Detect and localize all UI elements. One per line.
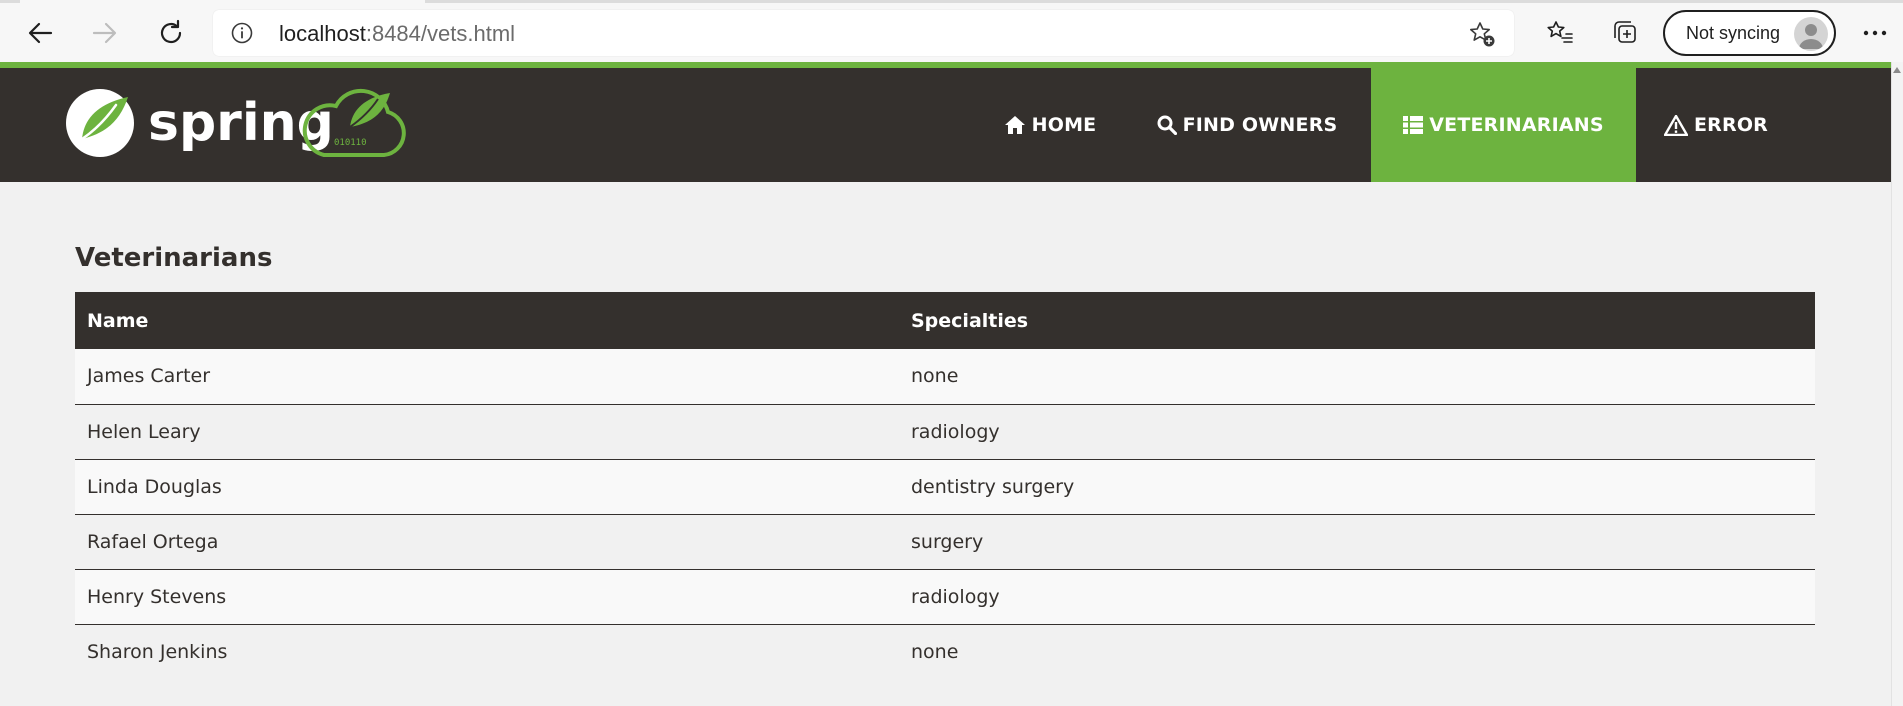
app-navbar: spring 010110 HOME FIND OWNERS VETERINAR… xyxy=(0,68,1891,182)
vet-specialties: none xyxy=(899,349,1815,405)
vet-specialties: dentistry surgery xyxy=(899,459,1815,515)
spring-logo[interactable]: spring 010110 xyxy=(66,85,412,161)
column-header-name: Name xyxy=(87,309,149,332)
collections-button[interactable] xyxy=(1603,11,1647,55)
table-row: Rafael Ortega surgery xyxy=(75,514,1815,570)
more-button[interactable] xyxy=(1853,11,1897,55)
vet-name: Rafael Ortega xyxy=(75,514,899,570)
profile-sync-button[interactable]: Not syncing xyxy=(1663,10,1836,56)
page-title: Veterinarians xyxy=(75,243,273,273)
nav-veterinarians[interactable]: VETERINARIANS xyxy=(1371,68,1636,182)
nav-error[interactable]: ERROR xyxy=(1636,68,1796,182)
sync-label: Not syncing xyxy=(1686,23,1781,43)
nav-find-owners[interactable]: FIND OWNERS xyxy=(1142,68,1352,182)
more-dots-icon xyxy=(1863,29,1887,37)
vertical-scrollbar[interactable] xyxy=(1891,62,1903,706)
url-text[interactable]: localhost:8484/vets.html xyxy=(279,21,515,47)
vet-name: Helen Leary xyxy=(75,404,899,460)
browser-toolbar: localhost:8484/vets.html Not syncing xyxy=(0,0,1903,62)
star-plus-icon[interactable] xyxy=(1468,20,1496,48)
table-row: Helen Leary radiology xyxy=(75,404,1815,460)
table-header-row: Name Specialties xyxy=(75,292,1815,349)
vet-name: James Carter xyxy=(75,349,899,405)
search-icon xyxy=(1157,115,1177,135)
vet-specialties: surgery xyxy=(899,514,1815,570)
avatar xyxy=(1794,17,1828,51)
column-header-specialties: Specialties xyxy=(911,309,1029,332)
nav-home-label: HOME xyxy=(1031,114,1097,136)
vets-table: Name Specialties James Carter none Helen… xyxy=(75,292,1815,679)
tab-strip xyxy=(0,0,1903,3)
home-icon xyxy=(1004,115,1026,135)
logo-badge-text: 010110 xyxy=(334,138,367,148)
forward-button[interactable] xyxy=(83,11,127,55)
vet-specialties: radiology xyxy=(899,404,1815,460)
list-icon xyxy=(1403,116,1424,134)
vet-specialties: radiology xyxy=(899,569,1815,625)
favorites-button[interactable] xyxy=(1538,11,1582,55)
vet-specialties: none xyxy=(911,640,959,663)
nav-error-label: ERROR xyxy=(1693,114,1769,136)
url-host: localhost xyxy=(279,21,366,46)
favorites-list-icon xyxy=(1546,19,1574,47)
table-row: James Carter none xyxy=(75,349,1815,405)
vet-name: Henry Stevens xyxy=(75,569,899,625)
nav-home[interactable]: HOME xyxy=(985,68,1115,182)
refresh-icon xyxy=(157,19,185,47)
table-row: Linda Douglas dentistry surgery xyxy=(75,459,1815,515)
info-icon[interactable] xyxy=(231,22,253,44)
table-row: Henry Stevens radiology xyxy=(75,569,1815,625)
nav-veterinarians-label: VETERINARIANS xyxy=(1429,114,1604,136)
collections-icon xyxy=(1611,19,1639,47)
scroll-up-arrow-icon[interactable] xyxy=(1893,67,1901,73)
url-path: :8484/vets.html xyxy=(365,21,516,46)
nav-find-owners-label: FIND OWNERS xyxy=(1182,114,1338,136)
arrow-right-icon xyxy=(91,19,119,47)
arrow-left-icon xyxy=(26,19,54,47)
refresh-button[interactable] xyxy=(149,11,193,55)
warning-icon xyxy=(1663,114,1688,136)
address-bar[interactable]: localhost:8484/vets.html xyxy=(213,10,1514,56)
vet-name: Linda Douglas xyxy=(75,459,899,515)
table-row: Sharon Jenkins none xyxy=(75,624,1815,679)
vet-name: Sharon Jenkins xyxy=(87,640,228,663)
back-button[interactable] xyxy=(18,11,62,55)
